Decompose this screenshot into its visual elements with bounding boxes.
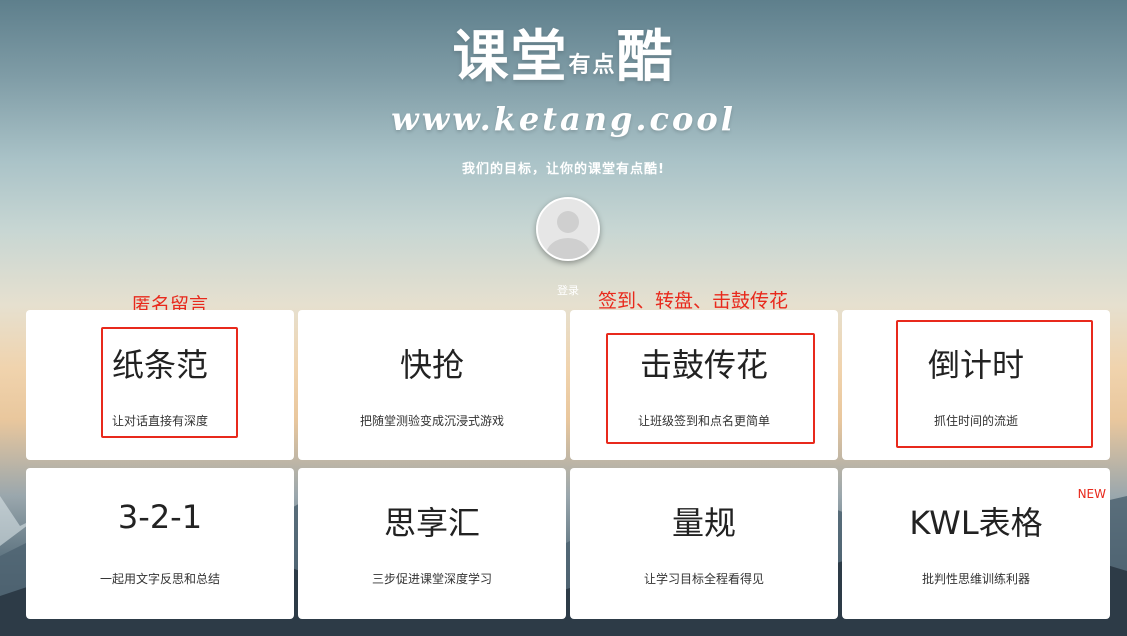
logo-last-text: 酷 <box>616 25 675 90</box>
site-slogan: 我们的目标，让你的课堂有点酷! <box>462 162 665 177</box>
card-desc: 三步促进课堂深度学习 <box>371 572 492 586</box>
card-title: 倒计时 <box>927 346 1024 384</box>
card-lianggui[interactable]: 量规 让学习目标全程看得见 <box>570 468 838 619</box>
card-321[interactable]: 3-2-1 一起用文字反思和总结 <box>26 468 294 619</box>
card-desc: 批判性思维训练利器 <box>921 572 1030 586</box>
card-zhitiaofan[interactable]: 纸条范 让对话直接有深度 <box>26 310 294 460</box>
card-desc: 抓住时间的流逝 <box>933 414 1018 428</box>
logo-main-text: 课堂 <box>452 25 569 90</box>
logo-small-text: 有点 <box>568 53 617 78</box>
card-kuaiqiang[interactable]: 快抢 把随堂测验变成沉浸式游戏 <box>298 310 566 460</box>
card-title: 3-2-1 <box>117 498 203 536</box>
card-daojishi[interactable]: 倒计时 抓住时间的流逝 <box>842 310 1110 460</box>
card-desc: 让对话直接有深度 <box>111 414 208 428</box>
card-title: 思享汇 <box>383 504 480 542</box>
annotation-checkin-features: 签到、转盘、击鼓传花 <box>598 290 789 312</box>
new-badge: NEW <box>1077 487 1106 501</box>
user-icon <box>538 199 598 259</box>
card-jigu-chuanhua[interactable]: 击鼓传花 让班级签到和点名更简单 <box>570 310 838 460</box>
card-desc: 把随堂测验变成沉浸式游戏 <box>359 414 504 428</box>
card-title: 快抢 <box>399 346 464 384</box>
site-url: www.ketang.cool <box>391 100 736 138</box>
card-sixianghui[interactable]: 思享汇 三步促进课堂深度学习 <box>298 468 566 619</box>
card-desc: 一起用文字反思和总结 <box>99 572 220 586</box>
card-desc: 让学习目标全程看得见 <box>643 572 764 586</box>
site-logo: 课堂有点酷 <box>0 12 1127 93</box>
card-desc: 让班级签到和点名更简单 <box>637 414 770 428</box>
card-title: KWL表格 <box>909 504 1043 542</box>
card-title: 纸条范 <box>111 346 208 384</box>
card-title: 击鼓传花 <box>639 346 768 384</box>
page-background: 课堂有点酷 www.ketang.cool 我们的目标，让你的课堂有点酷! 登录… <box>0 0 1127 636</box>
user-avatar[interactable] <box>536 197 600 261</box>
login-link[interactable]: 登录 <box>540 282 596 298</box>
card-title: 量规 <box>671 504 736 542</box>
card-kwl-table[interactable]: KWL表格 批判性思维训练利器 NEW <box>842 468 1110 619</box>
